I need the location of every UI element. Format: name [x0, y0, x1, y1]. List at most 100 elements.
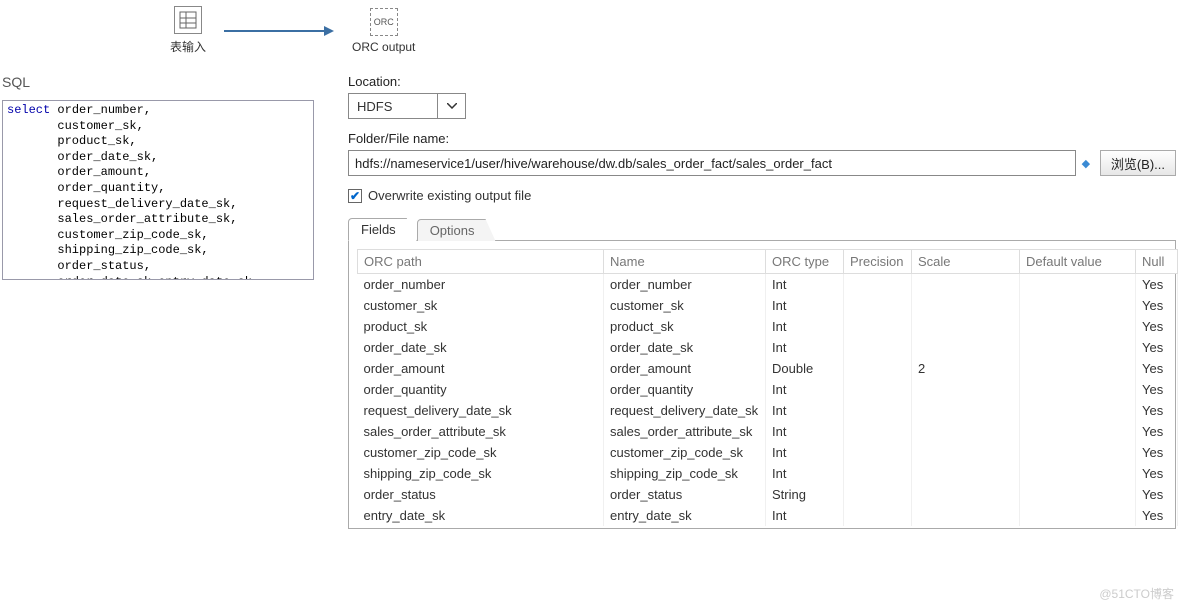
- cell-default[interactable]: [1020, 274, 1136, 296]
- col-default-value[interactable]: Default value: [1020, 250, 1136, 274]
- col-orc-type[interactable]: ORC type: [766, 250, 844, 274]
- cell-scale[interactable]: [912, 421, 1020, 442]
- cell-precision[interactable]: [844, 379, 912, 400]
- tab-fields[interactable]: Fields: [348, 218, 417, 241]
- cell-type[interactable]: Int: [766, 442, 844, 463]
- cell-name[interactable]: order_date_sk: [604, 337, 766, 358]
- cell-default[interactable]: [1020, 463, 1136, 484]
- cell-name[interactable]: order_quantity: [604, 379, 766, 400]
- cell-name[interactable]: customer_sk: [604, 295, 766, 316]
- cell-null[interactable]: Yes: [1136, 421, 1178, 442]
- cell-path[interactable]: entry_date_sk: [358, 505, 604, 526]
- cell-scale[interactable]: [912, 337, 1020, 358]
- overwrite-checkbox[interactable]: ✔: [348, 189, 362, 203]
- cell-precision[interactable]: [844, 442, 912, 463]
- cell-type[interactable]: Int: [766, 421, 844, 442]
- cell-default[interactable]: [1020, 442, 1136, 463]
- folder-path-input[interactable]: [348, 150, 1076, 176]
- cell-null[interactable]: Yes: [1136, 379, 1178, 400]
- cell-type[interactable]: String: [766, 484, 844, 505]
- cell-precision[interactable]: [844, 505, 912, 526]
- flow-node-table-input[interactable]: 表输入: [170, 6, 206, 55]
- cell-null[interactable]: Yes: [1136, 505, 1178, 526]
- cell-default[interactable]: [1020, 484, 1136, 505]
- location-dropdown-button[interactable]: [438, 93, 466, 119]
- col-scale[interactable]: Scale: [912, 250, 1020, 274]
- cell-scale[interactable]: [912, 400, 1020, 421]
- cell-precision[interactable]: [844, 358, 912, 379]
- cell-precision[interactable]: [844, 274, 912, 296]
- table-row[interactable]: shipping_zip_code_skshipping_zip_code_sk…: [358, 463, 1178, 484]
- cell-path[interactable]: customer_zip_code_sk: [358, 442, 604, 463]
- cell-type[interactable]: Int: [766, 463, 844, 484]
- cell-null[interactable]: Yes: [1136, 274, 1178, 296]
- cell-null[interactable]: Yes: [1136, 442, 1178, 463]
- cell-path[interactable]: shipping_zip_code_sk: [358, 463, 604, 484]
- table-row[interactable]: sales_order_attribute_sksales_order_attr…: [358, 421, 1178, 442]
- cell-name[interactable]: request_delivery_date_sk: [604, 400, 766, 421]
- cell-scale[interactable]: [912, 505, 1020, 526]
- location-select[interactable]: HDFS: [348, 93, 438, 119]
- cell-type[interactable]: Double: [766, 358, 844, 379]
- table-row[interactable]: order_date_skorder_date_skIntYes: [358, 337, 1178, 358]
- cell-precision[interactable]: [844, 421, 912, 442]
- browse-button[interactable]: 浏览(B)...: [1100, 150, 1176, 176]
- cell-null[interactable]: Yes: [1136, 337, 1178, 358]
- cell-path[interactable]: request_delivery_date_sk: [358, 400, 604, 421]
- cell-scale[interactable]: [912, 442, 1020, 463]
- cell-default[interactable]: [1020, 316, 1136, 337]
- cell-default[interactable]: [1020, 421, 1136, 442]
- cell-name[interactable]: order_status: [604, 484, 766, 505]
- table-row[interactable]: product_skproduct_skIntYes: [358, 316, 1178, 337]
- cell-name[interactable]: customer_zip_code_sk: [604, 442, 766, 463]
- cell-name[interactable]: order_number: [604, 274, 766, 296]
- cell-name[interactable]: entry_date_sk: [604, 505, 766, 526]
- cell-path[interactable]: sales_order_attribute_sk: [358, 421, 604, 442]
- cell-default[interactable]: [1020, 358, 1136, 379]
- flow-node-orc-output[interactable]: ORC ORC output: [352, 8, 415, 54]
- cell-precision[interactable]: [844, 316, 912, 337]
- cell-type[interactable]: Int: [766, 379, 844, 400]
- sql-editor[interactable]: select order_number, customer_sk, produc…: [2, 100, 314, 280]
- cell-path[interactable]: order_amount: [358, 358, 604, 379]
- cell-null[interactable]: Yes: [1136, 358, 1178, 379]
- cell-scale[interactable]: [912, 316, 1020, 337]
- tab-options[interactable]: Options: [417, 219, 496, 241]
- col-null[interactable]: Null: [1136, 250, 1178, 274]
- cell-scale[interactable]: [912, 295, 1020, 316]
- cell-default[interactable]: [1020, 400, 1136, 421]
- cell-precision[interactable]: [844, 400, 912, 421]
- cell-type[interactable]: Int: [766, 400, 844, 421]
- cell-scale[interactable]: [912, 463, 1020, 484]
- table-row[interactable]: entry_date_skentry_date_skIntYes: [358, 505, 1178, 526]
- table-row[interactable]: order_statusorder_statusStringYes: [358, 484, 1178, 505]
- cell-path[interactable]: customer_sk: [358, 295, 604, 316]
- cell-type[interactable]: Int: [766, 274, 844, 296]
- table-row[interactable]: customer_zip_code_skcustomer_zip_code_sk…: [358, 442, 1178, 463]
- col-name[interactable]: Name: [604, 250, 766, 274]
- cell-precision[interactable]: [844, 337, 912, 358]
- table-row[interactable]: request_delivery_date_skrequest_delivery…: [358, 400, 1178, 421]
- variable-picker-icon[interactable]: ◆: [1076, 157, 1096, 170]
- cell-path[interactable]: product_sk: [358, 316, 604, 337]
- cell-default[interactable]: [1020, 295, 1136, 316]
- col-orc-path[interactable]: ORC path: [358, 250, 604, 274]
- cell-scale[interactable]: [912, 379, 1020, 400]
- cell-path[interactable]: order_quantity: [358, 379, 604, 400]
- cell-null[interactable]: Yes: [1136, 463, 1178, 484]
- cell-name[interactable]: product_sk: [604, 316, 766, 337]
- cell-type[interactable]: Int: [766, 295, 844, 316]
- table-row[interactable]: customer_skcustomer_skIntYes: [358, 295, 1178, 316]
- cell-null[interactable]: Yes: [1136, 295, 1178, 316]
- cell-type[interactable]: Int: [766, 337, 844, 358]
- cell-default[interactable]: [1020, 337, 1136, 358]
- cell-null[interactable]: Yes: [1136, 484, 1178, 505]
- table-row[interactable]: order_numberorder_numberIntYes: [358, 274, 1178, 296]
- cell-precision[interactable]: [844, 295, 912, 316]
- cell-name[interactable]: shipping_zip_code_sk: [604, 463, 766, 484]
- cell-default[interactable]: [1020, 379, 1136, 400]
- cell-type[interactable]: Int: [766, 505, 844, 526]
- cell-precision[interactable]: [844, 463, 912, 484]
- cell-path[interactable]: order_date_sk: [358, 337, 604, 358]
- cell-default[interactable]: [1020, 505, 1136, 526]
